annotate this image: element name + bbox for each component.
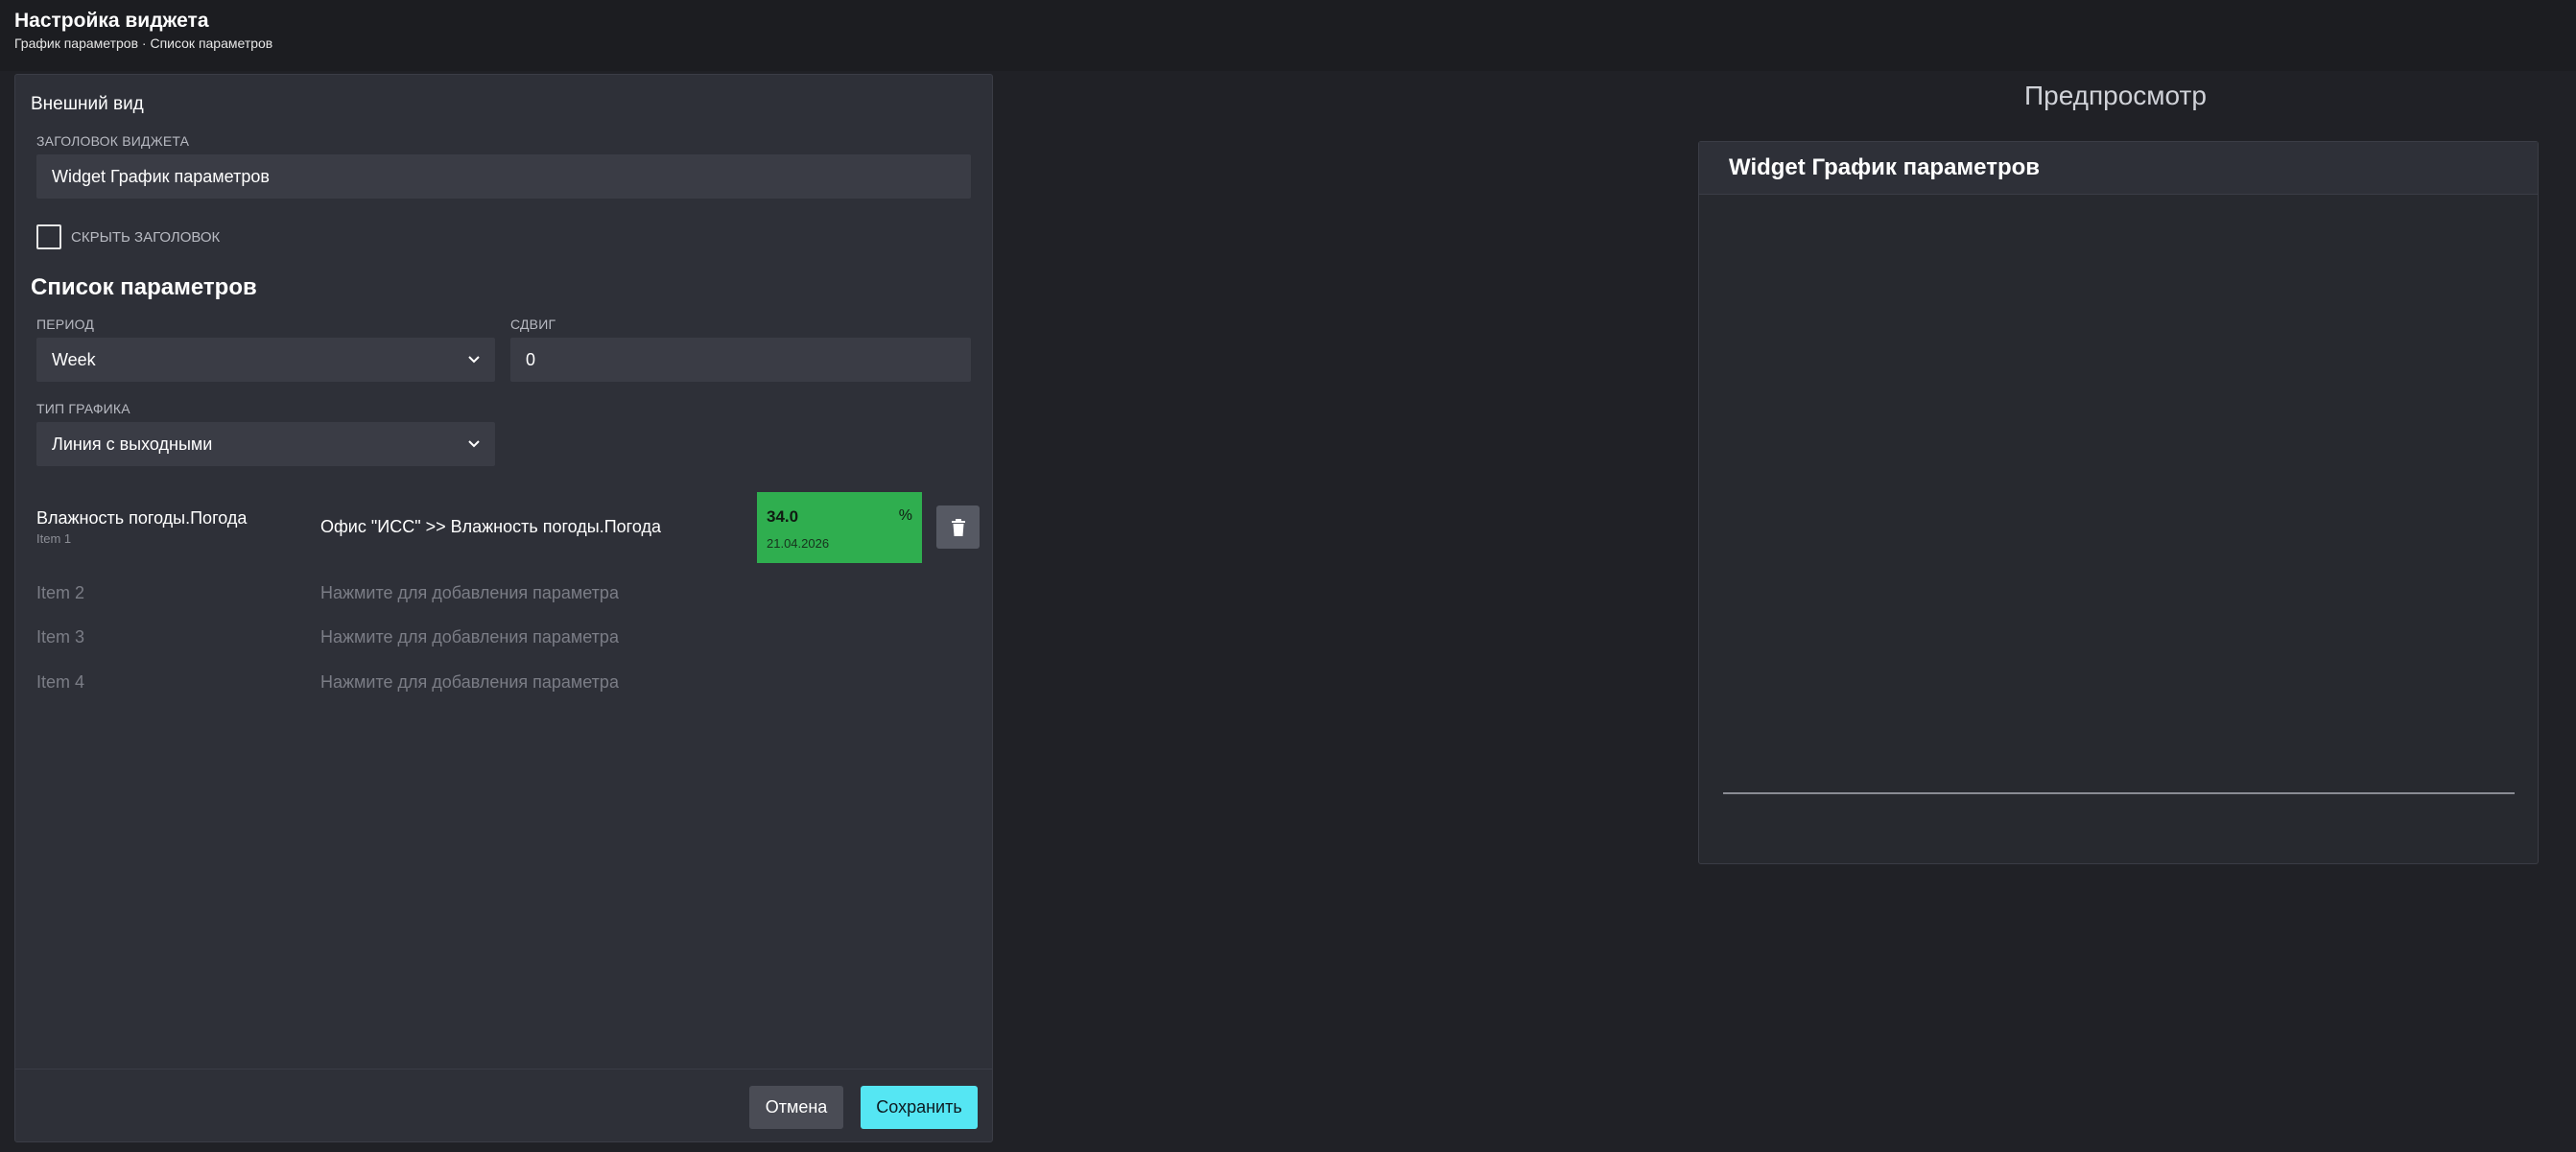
preview-widget: Widget График параметров (1698, 141, 2539, 864)
add-param-hint[interactable]: Нажмите для добавления параметра (320, 672, 619, 693)
chevron-down-icon (468, 356, 480, 364)
widget-title-input[interactable]: Widget График параметров (36, 154, 971, 199)
shift-value: 0 (526, 349, 536, 369)
param-date: 21.04.2026 (767, 536, 830, 551)
param-item-path[interactable]: Офис "ИСС" >> Влажность погоды.Погода (320, 517, 661, 537)
shift-label: Сдвиг (510, 317, 556, 332)
param-item-name[interactable]: Item 3 (36, 627, 84, 647)
period-value: Week (52, 349, 96, 369)
footer-divider (15, 1069, 992, 1070)
param-item-sub: Item 1 (36, 531, 72, 546)
preview-widget-title: Widget График параметров (1729, 154, 2041, 180)
add-param-hint[interactable]: Нажмите для добавления параметра (320, 627, 619, 647)
save-button[interactable]: Сохранить (861, 1086, 978, 1129)
add-param-hint[interactable]: Нажмите для добавления параметра (320, 583, 619, 603)
param-item-name[interactable]: Влажность погоды.Погода (36, 508, 247, 529)
param-item-name[interactable]: Item 4 (36, 672, 84, 693)
param-unit: % (898, 507, 912, 524)
hide-title-checkbox[interactable] (36, 224, 61, 249)
appearance-section-title: Внешний вид (31, 94, 144, 114)
widget-title-label: Заголовок виджета (36, 133, 190, 149)
trash-icon (951, 518, 965, 536)
period-label: Период (36, 317, 95, 332)
preview-widget-header: Widget График параметров (1699, 142, 2538, 195)
top-bar: Настройка виджета График параметров · Сп… (0, 0, 2576, 71)
param-value-card: 34.0 % 21.04.2026 (757, 492, 922, 563)
period-select[interactable]: Week (36, 338, 495, 382)
delete-param-button[interactable] (936, 505, 980, 549)
param-value: 34.0 (767, 507, 799, 526)
params-section-title: Список параметров (31, 274, 257, 300)
breadcrumb: График параметров · Список параметров (14, 35, 273, 51)
chart-type-label: Тип графика (36, 401, 130, 416)
preview-chart-axis (1723, 792, 2515, 794)
settings-panel: Внешний вид Заголовок виджета Widget Гра… (14, 74, 993, 1142)
chevron-down-icon (468, 440, 480, 448)
preview-heading: Предпросмотр (2024, 81, 2207, 110)
chart-type-select[interactable]: Линия с выходными (36, 422, 495, 466)
hide-title-label: Скрыть заголовок (71, 229, 221, 246)
page-title: Настройка виджета (14, 10, 209, 32)
param-item-name[interactable]: Item 2 (36, 583, 84, 603)
shift-input[interactable]: 0 (510, 338, 971, 382)
chart-type-value: Линия с выходными (52, 434, 213, 454)
cancel-button[interactable]: Отмена (749, 1086, 843, 1129)
widget-title-value: Widget График параметров (52, 166, 270, 186)
